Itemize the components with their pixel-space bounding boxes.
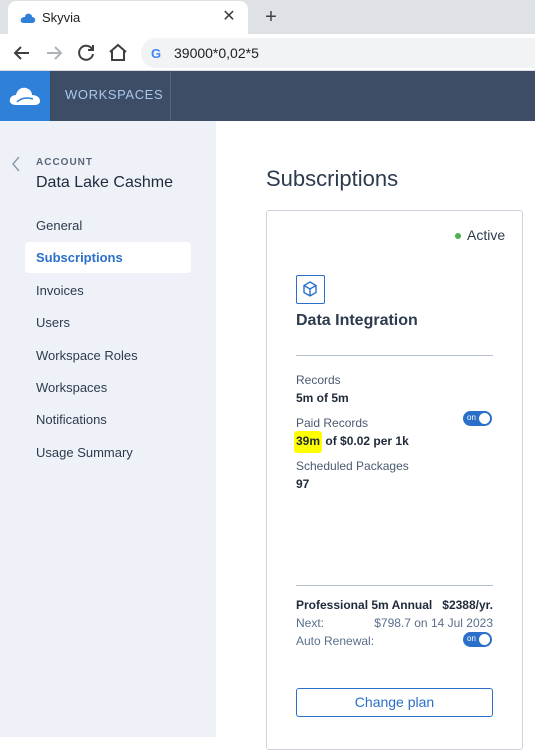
paid-records-label: Paid Records	[296, 416, 369, 430]
auto-renewal-label: Auto Renewal:	[296, 634, 375, 648]
forward-arrow-icon[interactable]	[42, 41, 66, 65]
toggle-state-label: on	[467, 634, 476, 643]
sidebar-item-users[interactable]: Users	[25, 307, 191, 338]
plan-name: Professional 5m Annual	[296, 598, 433, 612]
new-tab-icon[interactable]: +	[259, 5, 283, 29]
subscription-card: Active Data Integration Records 5m of 5m…	[266, 210, 523, 750]
home-icon[interactable]	[106, 41, 130, 65]
change-plan-button[interactable]: Change plan	[296, 688, 493, 717]
next-payment-value: $798.7 on 14 Jul 2023	[374, 616, 493, 630]
back-arrow-icon[interactable]	[10, 41, 34, 65]
sidebar-item-label: Workspaces	[36, 380, 108, 395]
cloud-logo-icon	[9, 87, 40, 105]
google-icon: G	[151, 46, 162, 61]
scheduled-packages-label: Scheduled Packages	[296, 459, 409, 473]
sidebar-item-label: General	[36, 218, 83, 233]
chevron-left-icon[interactable]	[10, 156, 22, 172]
browser-tab[interactable]: Skyvia ✕	[8, 1, 248, 34]
sidebar-item-workspaces[interactable]: Workspaces	[25, 372, 191, 403]
browser-tab-bar: Skyvia ✕ +	[0, 0, 535, 34]
sidebar-item-subscriptions[interactable]: Subscriptions	[25, 242, 191, 273]
workspaces-nav-link[interactable]: WORKSPACES	[50, 71, 171, 121]
toggle-knob	[479, 413, 490, 424]
address-bar[interactable]: G 39000*0,02*5	[141, 38, 535, 68]
records-label: Records	[296, 373, 341, 387]
paid-records-value: 39m of $0.02 per 1k	[294, 431, 409, 453]
account-section-label: ACCOUNT	[36, 157, 93, 168]
auto-renewal-toggle[interactable]: on	[463, 632, 492, 647]
paid-records-toggle[interactable]: on	[463, 411, 492, 426]
account-name: Data Lake Cashme	[36, 174, 173, 191]
paid-records-highlight: 39m	[294, 431, 323, 453]
workspaces-label: WORKSPACES	[65, 87, 164, 102]
sidebar-item-label: Users	[36, 315, 70, 330]
sidebar-item-general[interactable]: General	[25, 210, 191, 241]
close-tab-icon[interactable]: ✕	[218, 6, 240, 28]
sidebar-item-label: Workspace Roles	[36, 348, 138, 363]
main-content: Subscriptions Active Data Integration Re…	[216, 121, 535, 750]
records-value: 5m of 5m	[296, 391, 349, 405]
next-label: Next:	[296, 616, 325, 630]
change-plan-label: Change plan	[354, 694, 435, 710]
scheduled-packages-value: 97	[296, 477, 310, 491]
sidebar-item-usage-summary[interactable]: Usage Summary	[25, 437, 191, 468]
toggle-state-label: on	[467, 413, 476, 422]
active-status-dot	[455, 233, 461, 239]
address-text[interactable]: 39000*0,02*5	[174, 45, 259, 61]
divider	[296, 355, 493, 356]
divider	[296, 585, 493, 586]
skyvia-logo[interactable]	[0, 71, 50, 121]
sidebar-item-notifications[interactable]: Notifications	[25, 404, 191, 435]
status-badge: Active	[467, 227, 506, 243]
toggle-knob	[479, 634, 490, 645]
app-header: WORKSPACES	[0, 71, 535, 121]
sidebar-item-label: Invoices	[36, 283, 84, 298]
cube-icon	[296, 275, 325, 304]
product-name: Data Integration	[296, 312, 418, 329]
cube-glyph-icon	[303, 281, 317, 297]
plan-price: $2388/yr.	[442, 598, 493, 612]
reload-icon[interactable]	[74, 41, 98, 65]
browser-toolbar: G 39000*0,02*5	[0, 34, 535, 71]
account-sidebar: ACCOUNT Data Lake Cashme General Subscri…	[0, 121, 216, 737]
sidebar-item-label: Usage Summary	[36, 445, 133, 460]
sidebar-item-invoices[interactable]: Invoices	[25, 275, 191, 306]
sidebar-item-label: Subscriptions	[36, 250, 123, 265]
skyvia-cloud-icon	[20, 13, 36, 23]
page-title: Subscriptions	[266, 166, 399, 191]
sidebar-item-label: Notifications	[36, 412, 107, 427]
paid-records-rate: of $0.02 per 1k	[322, 434, 409, 448]
tab-title: Skyvia	[42, 10, 81, 25]
sidebar-item-workspace-roles[interactable]: Workspace Roles	[25, 340, 191, 371]
